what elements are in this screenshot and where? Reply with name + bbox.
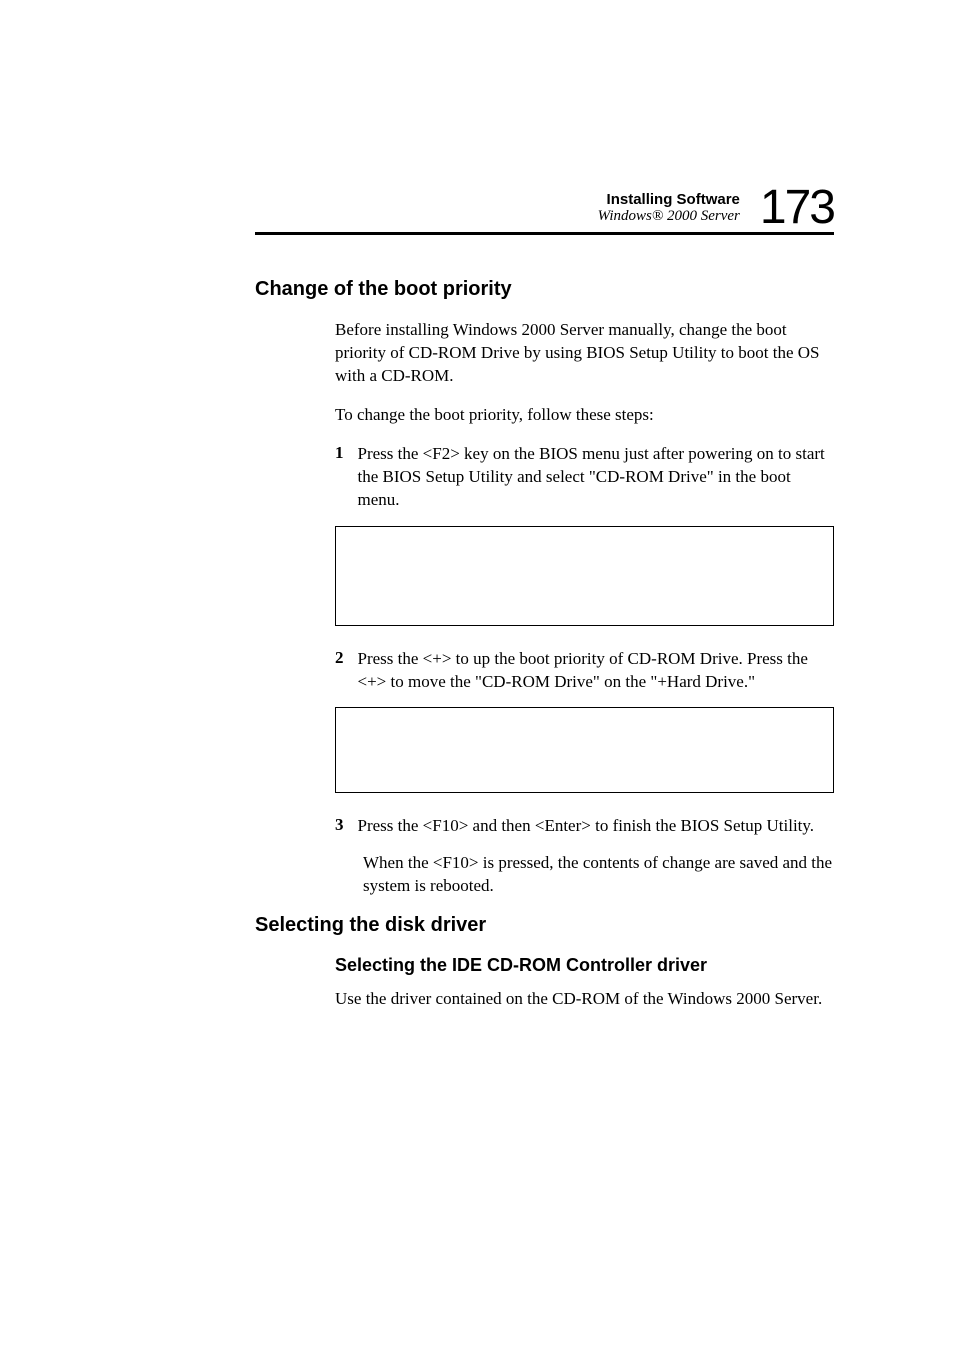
step-1: 1 Press the <F2> key on the BIOS menu ju… [335, 443, 834, 512]
code-box-1 [335, 526, 834, 626]
code-box-2 [335, 707, 834, 793]
section-heading-boot-priority: Change of the boot priority [255, 278, 834, 301]
step-number: 1 [335, 443, 344, 512]
step-3: 3 Press the <F10> and then <Enter> to fi… [335, 815, 834, 838]
step-text: Press the <F10> and then <Enter> to fini… [358, 815, 815, 838]
subsection-heading-ide-controller: Selecting the IDE CD-ROM Controller driv… [335, 955, 834, 976]
page-header: Installing Software Windows® 2000 Server… [598, 180, 834, 235]
intro-paragraph: Before installing Windows 2000 Server ma… [335, 319, 834, 388]
instruction-paragraph: To change the boot priority, follow thes… [335, 404, 834, 427]
step-number: 3 [335, 815, 344, 838]
header-text-block: Installing Software Windows® 2000 Server [598, 191, 740, 225]
step-text: Press the <F2> key on the BIOS menu just… [358, 443, 835, 512]
driver-text: Use the driver contained on the CD-ROM o… [335, 988, 834, 1011]
step-number: 2 [335, 648, 344, 694]
header-rule [255, 232, 834, 235]
step-3-note: When the <F10> is pressed, the contents … [363, 852, 834, 898]
step-text: Press the <+> to up the boot priority of… [358, 648, 835, 694]
header-subtitle: Windows® 2000 Server [598, 208, 740, 225]
page-number: 173 [760, 180, 834, 235]
step-2: 2 Press the <+> to up the boot priority … [335, 648, 834, 694]
header-title: Installing Software [598, 191, 740, 208]
content-area: Change of the boot priority Before insta… [255, 278, 834, 1027]
section-heading-disk-driver: Selecting the disk driver [255, 914, 834, 937]
